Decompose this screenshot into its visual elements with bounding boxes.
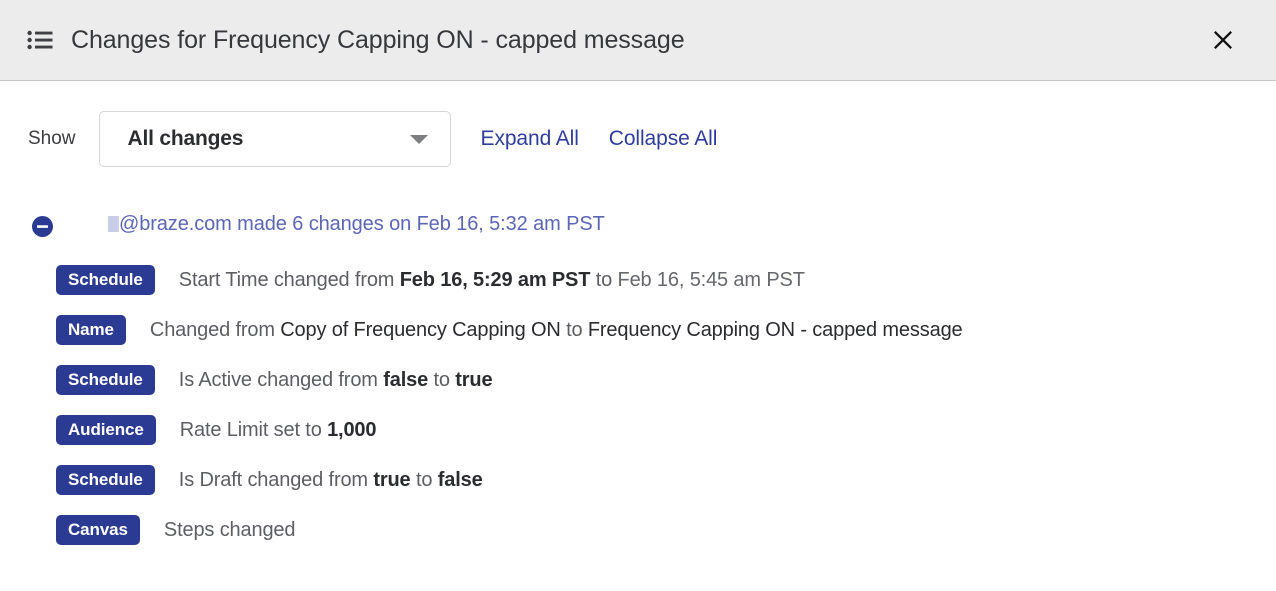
show-label: Show: [28, 128, 76, 149]
change-category-badge: Canvas: [56, 515, 140, 545]
change-category-badge: Name: [56, 315, 126, 345]
change-description: Rate Limit set to 1,000: [179, 418, 377, 441]
minus-circle-icon[interactable]: [32, 216, 53, 237]
change-category-badge: Audience: [56, 415, 156, 445]
change-row: Schedule Is Active changed from false to …: [0, 355, 1276, 405]
modal-header-left: Changes for Frequency Capping ON - cappe…: [27, 26, 1206, 55]
chevron-down-icon: [409, 135, 428, 144]
change-row: Name Changed from Copy of Frequency Cappi…: [0, 305, 1276, 355]
changes-filter-value: All changes: [127, 127, 244, 150]
expand-all-link[interactable]: Expand All: [481, 127, 579, 151]
changes-filter-select[interactable]: All changes: [98, 111, 451, 167]
change-row: Canvas Steps changed: [0, 505, 1276, 555]
change-group-title: @braze.com made 6 changes on Feb 16, 5:3…: [108, 213, 605, 236]
changes-list: @braze.com made 6 changes on Feb 16, 5:3…: [0, 167, 1276, 555]
close-icon: [1211, 28, 1235, 52]
change-category-badge: Schedule: [56, 265, 155, 295]
change-from-value: Copy of Frequency Capping ON: [280, 318, 561, 341]
modal-header: Changes for Frequency Capping ON - cappe…: [0, 0, 1276, 81]
change-description: Start Time changed from Feb 16, 5:29 am …: [178, 268, 805, 291]
change-row: Audience Rate Limit set to 1,000: [0, 405, 1276, 455]
change-description: Is Active changed from false to true: [178, 368, 493, 391]
list-icon: [27, 30, 53, 50]
change-to-value: false: [437, 468, 483, 491]
collapse-all-link[interactable]: Collapse All: [609, 127, 718, 151]
change-group-title-text: @braze.com made 6 changes on Feb 16, 5:3…: [119, 213, 605, 235]
change-from-value: false: [383, 368, 429, 391]
page-title: Changes for Frequency Capping ON - cappe…: [71, 25, 685, 54]
change-category-badge: Schedule: [56, 365, 155, 395]
change-to-value: Frequency Capping ON - capped message: [587, 318, 963, 341]
change-row: Schedule Start Time changed from Feb 16, …: [0, 255, 1276, 305]
change-description: Steps changed: [163, 518, 296, 541]
change-from-value: Feb 16, 5:29 am PST: [399, 268, 591, 291]
change-description: Is Draft changed from true to false: [178, 468, 483, 491]
change-group-header: @braze.com made 6 changes on Feb 16, 5:3…: [0, 213, 1276, 247]
redacted-author: [108, 216, 119, 232]
change-rows: Schedule Start Time changed from Feb 16, …: [0, 255, 1276, 555]
change-from-value: 1,000: [327, 418, 377, 441]
change-group: @braze.com made 6 changes on Feb 16, 5:3…: [0, 213, 1276, 555]
change-category-badge: Schedule: [56, 465, 155, 495]
change-to-value: true: [455, 368, 493, 391]
change-to-value: Feb 16, 5:45 am PST: [617, 268, 805, 291]
change-from-value: true: [373, 468, 411, 491]
change-description: Changed from Copy of Frequency Capping O…: [149, 318, 963, 341]
change-row: Schedule Is Draft changed from true to fa…: [0, 455, 1276, 505]
close-button[interactable]: [1206, 23, 1240, 57]
filter-toolbar: Show All changes Expand All Collapse All: [0, 81, 1276, 167]
